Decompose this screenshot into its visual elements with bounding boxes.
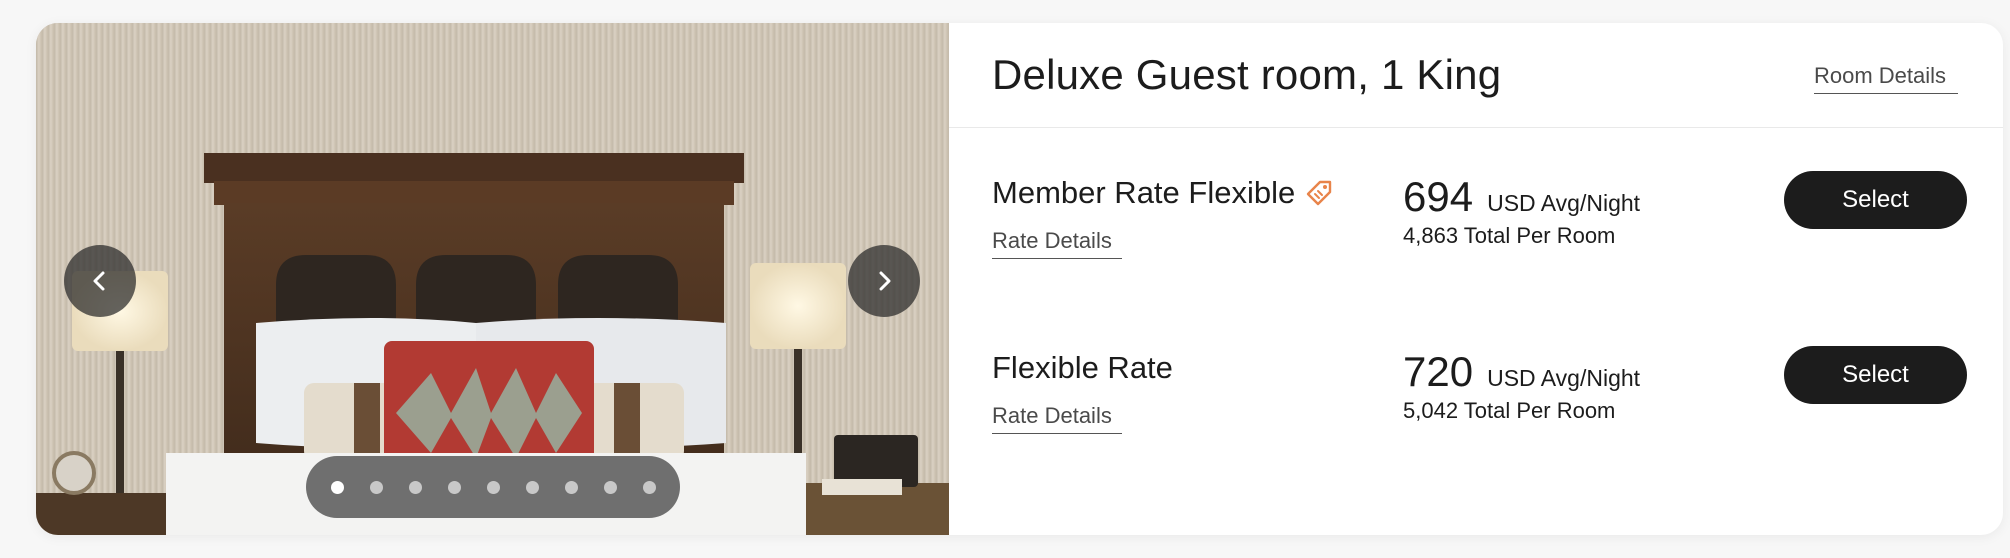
- carousel-dot[interactable]: [408, 480, 422, 494]
- price-amount: 720: [1403, 348, 1474, 395]
- price-total: 4,863 Total Per Room: [1403, 223, 1616, 248]
- select-button[interactable]: Select: [1784, 346, 1967, 404]
- carousel-dot[interactable]: [642, 480, 656, 494]
- price-unit: USD Avg/Night: [1487, 365, 1641, 391]
- rate-name: Member Rate Flexible: [992, 175, 1296, 210]
- carousel-dot[interactable]: [447, 480, 461, 494]
- room-details-panel: Deluxe Guest room, 1 King Room Details M…: [949, 23, 2003, 535]
- carousel-dot[interactable]: [564, 480, 578, 494]
- price-total: 5,042 Total Per Room: [1403, 398, 1616, 423]
- chevron-left-icon: [93, 271, 105, 291]
- room-title: Deluxe Guest room, 1 King: [992, 51, 1502, 98]
- rate-option-flexible: Flexible Rate Rate Details 720 USD Avg/N…: [949, 328, 2003, 448]
- rate-details-link[interactable]: Rate Details: [992, 228, 1122, 259]
- carousel-dot[interactable]: [330, 480, 344, 494]
- carousel-prev-button[interactable]: [64, 245, 136, 317]
- room-details-link[interactable]: Room Details: [1814, 63, 1958, 94]
- carousel-dot[interactable]: [603, 480, 617, 494]
- room-photo-carousel: [36, 23, 949, 535]
- tag-icon: [1307, 180, 1332, 206]
- rate-name: Flexible Rate: [992, 350, 1173, 385]
- price-amount: 694: [1403, 173, 1474, 220]
- rate-price: 720 USD Avg/Night 5,042 Total Per Room: [1403, 348, 1640, 424]
- rate-price: 694 USD Avg/Night 4,863 Total Per Room: [1403, 173, 1640, 249]
- chevron-right-icon: [879, 271, 891, 291]
- carousel-next-button[interactable]: [848, 245, 920, 317]
- price-unit: USD Avg/Night: [1487, 190, 1641, 216]
- room-header: Deluxe Guest room, 1 King Room Details: [949, 23, 2003, 128]
- carousel-pagination: [306, 456, 680, 518]
- carousel-dot[interactable]: [525, 480, 539, 494]
- select-button[interactable]: Select: [1784, 171, 1967, 229]
- rate-details-link[interactable]: Rate Details: [992, 403, 1122, 434]
- carousel-dot[interactable]: [486, 480, 500, 494]
- rate-name-row: Flexible Rate: [992, 350, 1173, 386]
- rate-option-member-flexible: Member Rate Flexible Rate Details 694 US…: [949, 153, 2003, 273]
- rate-name-row: Member Rate Flexible: [992, 175, 1333, 211]
- room-card: Deluxe Guest room, 1 King Room Details M…: [36, 23, 2003, 535]
- carousel-dot[interactable]: [369, 480, 383, 494]
